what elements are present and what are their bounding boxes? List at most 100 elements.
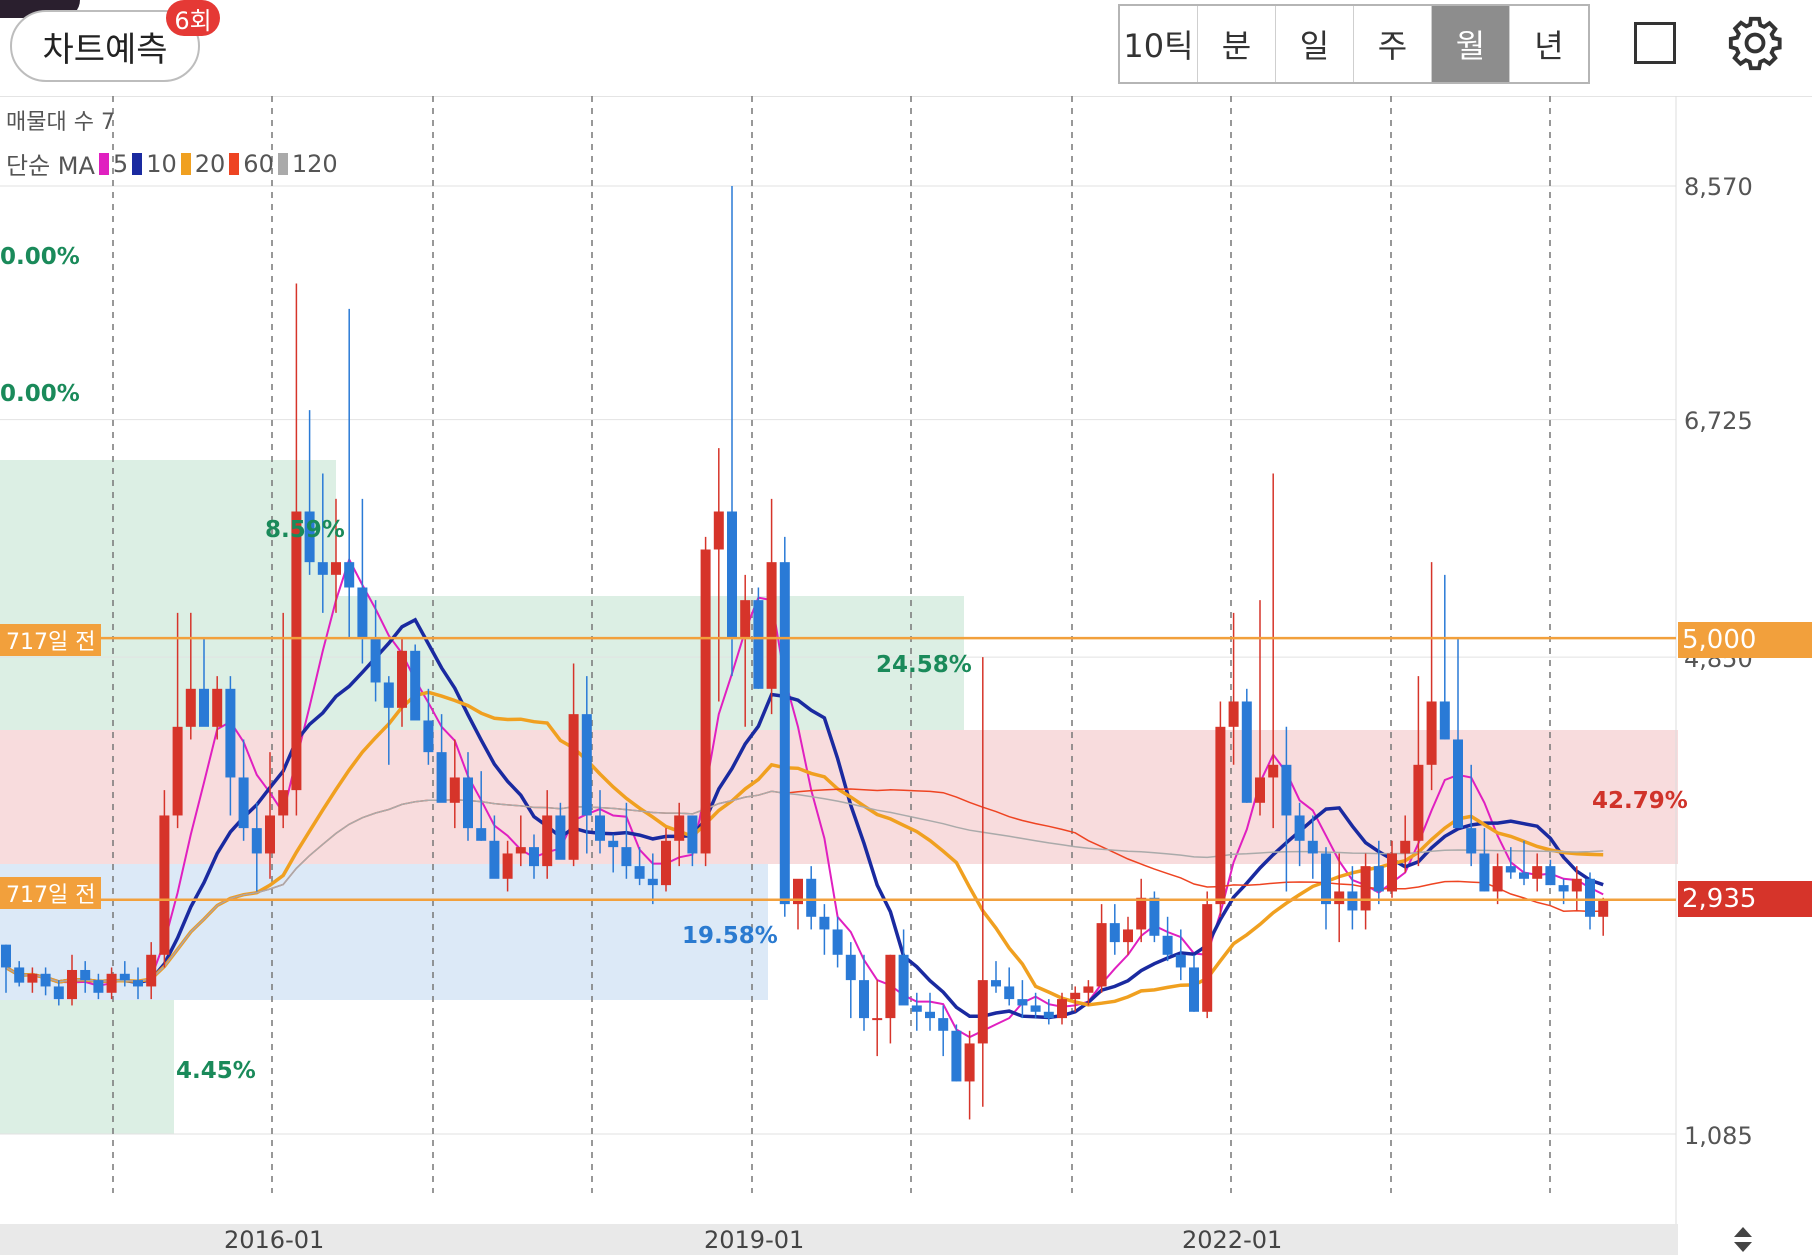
candle-body — [898, 954, 909, 1006]
candle-body — [1268, 764, 1279, 778]
candle-body — [1558, 885, 1569, 892]
candle-body — [436, 752, 447, 803]
candle-body — [317, 562, 328, 575]
candle-body — [542, 815, 553, 867]
candle-body — [845, 954, 856, 981]
period-day-button[interactable]: 일 — [1276, 6, 1354, 82]
candle-body — [370, 638, 381, 683]
x-tick-2016: 2016-01 — [224, 1226, 325, 1254]
candle-body — [1426, 701, 1437, 765]
candle — [925, 992, 935, 1031]
candle-body — [885, 954, 896, 1019]
candle-body — [687, 815, 698, 854]
candle-body — [1439, 701, 1450, 740]
candle-body — [331, 562, 341, 575]
candle — [1241, 688, 1252, 803]
candle-body — [1505, 866, 1516, 873]
candle — [410, 644, 421, 721]
chart-predict-label: 차트예측 — [42, 29, 168, 70]
candle-body — [766, 562, 777, 689]
candle — [766, 498, 777, 715]
candle-body — [397, 650, 407, 708]
x-tick-2022: 2022-01 — [1182, 1226, 1283, 1254]
candle-body — [1189, 967, 1199, 1012]
candle-body — [1162, 935, 1173, 955]
candle-body — [159, 815, 170, 955]
candle-body — [1479, 853, 1490, 892]
candle-body — [740, 600, 751, 639]
line-lower-label: 717일 전 — [0, 877, 102, 909]
pct-label-6: 4.45% — [176, 1058, 256, 1084]
candle-body — [925, 1011, 935, 1019]
candle — [806, 866, 817, 930]
candle-body — [1017, 999, 1028, 1006]
candle-body — [713, 511, 724, 550]
candle-body — [1175, 954, 1186, 968]
candle-body — [80, 969, 91, 981]
ma5-label: 5 — [112, 149, 129, 178]
y-tick-6725: 6,725 — [1684, 407, 1753, 435]
candle-body — [1307, 840, 1318, 854]
candle-body — [1321, 853, 1331, 905]
candle-body — [700, 549, 711, 854]
candle-body — [806, 878, 817, 917]
candle-body — [568, 714, 579, 860]
ma-legend-title: 단순 MA — [6, 152, 95, 180]
candle-body — [40, 973, 51, 987]
candle-body — [1136, 897, 1147, 930]
candle-body — [1334, 891, 1345, 905]
candle-body — [1149, 897, 1160, 936]
candle — [885, 954, 896, 1044]
period-minute-button[interactable]: 분 — [1198, 6, 1276, 82]
candle — [1413, 676, 1424, 867]
pct-label-2: 0.00% — [0, 381, 80, 407]
candle-body — [661, 840, 671, 886]
y-tick-8570: 8,570 — [1684, 173, 1753, 201]
candle — [1004, 967, 1015, 1006]
candle-body — [1453, 739, 1463, 829]
gear-icon[interactable] — [1726, 14, 1784, 72]
candle-body — [463, 777, 473, 829]
zone-green-3 — [0, 1000, 174, 1134]
ma10-swatch — [132, 152, 143, 175]
candle-body — [1492, 866, 1503, 892]
candle — [819, 904, 830, 955]
candle — [1321, 847, 1331, 930]
candle-body — [1202, 904, 1213, 1012]
axis-scroll-arrows-icon[interactable] — [1728, 1224, 1758, 1255]
period-year-button[interactable]: 년 — [1510, 6, 1588, 82]
line-upper-label: 717일 전 — [0, 624, 102, 656]
candle — [872, 980, 883, 1057]
candle-body — [119, 973, 130, 981]
candle-body — [1585, 878, 1595, 917]
candle-body — [172, 726, 183, 816]
fullscreen-square-icon[interactable] — [1634, 22, 1676, 64]
candle — [1585, 872, 1595, 930]
period-selector: 10틱 분 일 주 월 년 — [1118, 4, 1590, 84]
pct-label-1: 0.00% — [0, 244, 80, 270]
ma60-label: 60 — [243, 149, 274, 178]
candle — [991, 961, 1001, 993]
candle-body — [1571, 878, 1582, 892]
candle-body — [1123, 929, 1133, 943]
candle — [1426, 562, 1437, 791]
candle-body — [634, 866, 645, 879]
candle-body — [1255, 777, 1265, 803]
candle-body — [991, 980, 1001, 987]
candle-body — [106, 973, 117, 993]
candle-body — [1294, 815, 1305, 841]
candle — [1109, 904, 1120, 955]
period-10tick-button[interactable]: 10틱 — [1120, 6, 1198, 82]
candle — [1096, 904, 1107, 993]
candle-body — [251, 828, 262, 854]
volume-profile-legend: 매물대 수 7 — [6, 110, 115, 135]
period-month-button[interactable]: 월 — [1432, 6, 1510, 82]
candle-body — [1545, 866, 1556, 886]
candle-body — [515, 847, 526, 854]
candle — [911, 992, 922, 1031]
ma20-label: 20 — [194, 149, 226, 178]
candle — [1202, 891, 1213, 1019]
candle — [793, 878, 803, 930]
candle-body — [1281, 764, 1292, 816]
period-week-button[interactable]: 주 — [1354, 6, 1432, 82]
